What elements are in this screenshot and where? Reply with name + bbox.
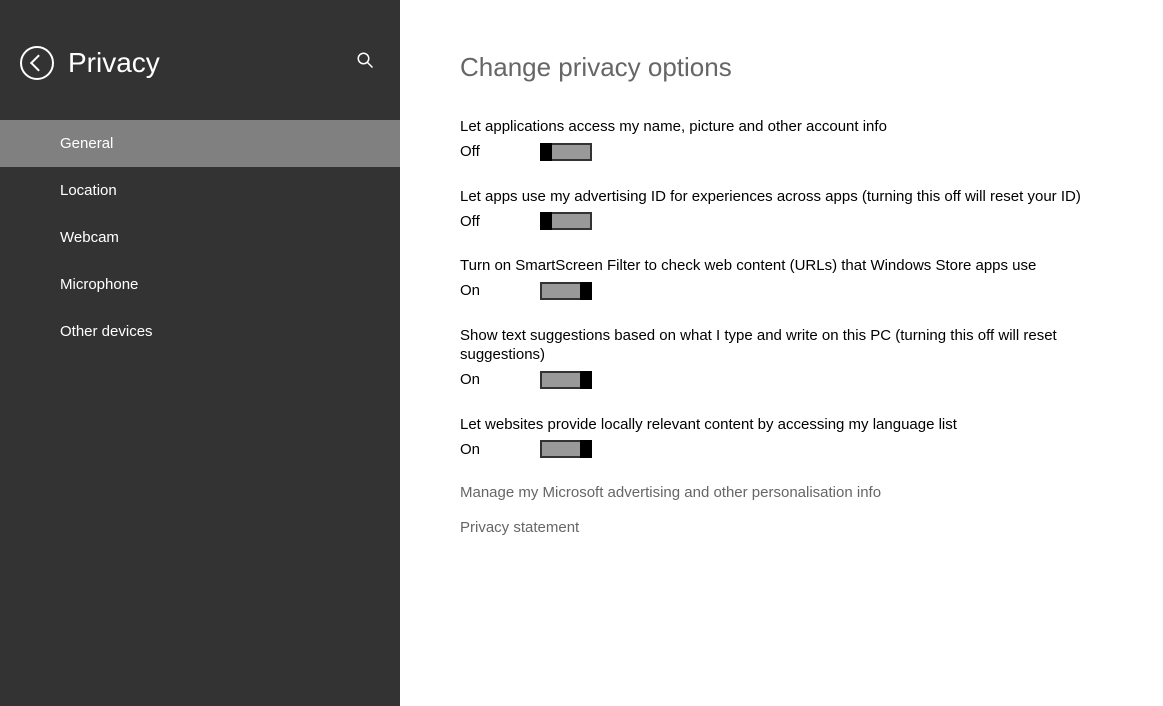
option-text-suggestions: Show text suggestions based on what I ty…	[460, 326, 1100, 389]
search-icon	[356, 51, 374, 69]
option-label: Show text suggestions based on what I ty…	[460, 326, 1100, 365]
back-arrow-icon	[30, 54, 47, 71]
search-button[interactable]	[350, 45, 380, 80]
option-advertising-id: Let apps use my advertising ID for exper…	[460, 187, 1100, 231]
sidebar-item-other-devices[interactable]: Other devices	[0, 308, 400, 355]
toggle-advertising-id[interactable]	[540, 212, 592, 230]
page-title: Privacy	[68, 47, 350, 79]
toggle-knob	[540, 212, 552, 230]
option-label: Let websites provide locally relevant co…	[460, 415, 1100, 435]
option-row: Off	[460, 143, 1100, 161]
sidebar-nav: General Location Webcam Microphone Other…	[0, 120, 400, 355]
option-state: On	[460, 371, 540, 388]
toggle-account-info[interactable]	[540, 143, 592, 161]
content-title: Change privacy options	[460, 52, 1123, 83]
sidebar-item-location[interactable]: Location	[0, 167, 400, 214]
option-row: On	[460, 282, 1100, 300]
option-state: Off	[460, 213, 540, 230]
toggle-knob	[580, 371, 592, 389]
sidebar-item-general[interactable]: General	[0, 120, 400, 167]
option-label: Let applications access my name, picture…	[460, 117, 1100, 137]
sidebar-item-label: General	[60, 135, 113, 152]
option-row: Off	[460, 212, 1100, 230]
option-label: Let apps use my advertising ID for exper…	[460, 187, 1100, 207]
option-row: On	[460, 440, 1100, 458]
sidebar-item-label: Webcam	[60, 229, 119, 246]
sidebar-item-label: Other devices	[60, 323, 153, 340]
option-state: Off	[460, 143, 540, 160]
back-button[interactable]	[20, 46, 54, 80]
toggle-smartscreen[interactable]	[540, 282, 592, 300]
toggle-language-list[interactable]	[540, 440, 592, 458]
option-row: On	[460, 371, 1100, 389]
sidebar: Privacy General Location Webcam Micropho…	[0, 0, 400, 706]
link-privacy-statement[interactable]: Privacy statement	[460, 519, 1100, 536]
option-language-list: Let websites provide locally relevant co…	[460, 415, 1100, 459]
sidebar-item-webcam[interactable]: Webcam	[0, 214, 400, 261]
toggle-knob	[580, 282, 592, 300]
toggle-knob	[580, 440, 592, 458]
option-smartscreen: Turn on SmartScreen Filter to check web …	[460, 256, 1100, 300]
content-pane: Change privacy options Let applications …	[400, 0, 1163, 706]
toggle-knob	[540, 143, 552, 161]
option-label: Turn on SmartScreen Filter to check web …	[460, 256, 1100, 276]
sidebar-header: Privacy	[0, 0, 400, 120]
option-account-info: Let applications access my name, picture…	[460, 117, 1100, 161]
link-manage-advertising[interactable]: Manage my Microsoft advertising and othe…	[460, 484, 1100, 501]
sidebar-item-label: Microphone	[60, 276, 138, 293]
sidebar-item-label: Location	[60, 182, 117, 199]
option-state: On	[460, 441, 540, 458]
toggle-text-suggestions[interactable]	[540, 371, 592, 389]
option-state: On	[460, 282, 540, 299]
sidebar-item-microphone[interactable]: Microphone	[0, 261, 400, 308]
